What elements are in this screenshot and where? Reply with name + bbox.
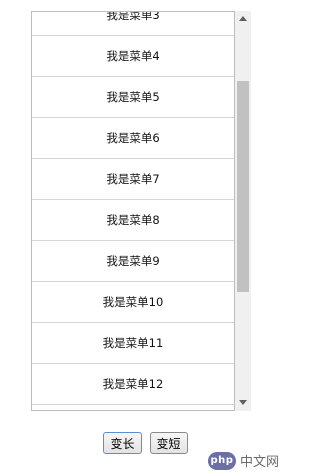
menu-item-10[interactable]: 我是菜单10 (32, 282, 234, 323)
menu-item-12[interactable]: 我是菜单12 (32, 364, 234, 405)
menu-item-8[interactable]: 我是菜单8 (32, 200, 234, 241)
menu-item-label: 我是菜单7 (106, 172, 160, 186)
shorten-button[interactable]: 变短 (149, 432, 188, 454)
menu-item-4[interactable]: 我是菜单4 (32, 36, 234, 77)
menu-item-13[interactable] (32, 405, 234, 410)
menu-list-container[interactable]: 我是菜单3 我是菜单4 我是菜单5 我是菜单6 我是菜单7 我是菜单8 我是菜单… (31, 11, 235, 411)
menu-list: 我是菜单3 我是菜单4 我是菜单5 我是菜单6 我是菜单7 我是菜单8 我是菜单… (32, 11, 234, 410)
menu-item-9[interactable]: 我是菜单9 (32, 241, 234, 282)
menu-item-11[interactable]: 我是菜单11 (32, 323, 234, 364)
menu-item-label: 我是菜单11 (102, 336, 164, 350)
menu-item-5[interactable]: 我是菜单5 (32, 77, 234, 118)
menu-item-label: 我是菜单8 (106, 213, 160, 227)
vertical-scrollbar[interactable] (235, 11, 251, 411)
menu-item-7[interactable]: 我是菜单7 (32, 159, 234, 200)
menu-item-label: 我是菜单12 (102, 377, 164, 391)
triangle-down-icon (239, 400, 247, 405)
scrollbar-thumb[interactable] (237, 81, 249, 292)
scroll-down-button[interactable] (235, 395, 251, 411)
lengthen-button[interactable]: 变长 (103, 432, 142, 454)
menu-item-label: 我是菜单4 (106, 49, 160, 63)
menu-item-label: 我是菜单9 (106, 254, 160, 268)
menu-item-label: 我是菜单6 (106, 131, 160, 145)
scroll-up-button[interactable] (235, 11, 251, 27)
menu-item-6[interactable]: 我是菜单6 (32, 118, 234, 159)
menu-item-3[interactable]: 我是菜单3 (32, 11, 234, 36)
menu-item-label: 我是菜单10 (102, 295, 164, 309)
triangle-up-icon (239, 16, 247, 21)
watermark: php 中文网 (207, 451, 279, 470)
watermark-site-text: 中文网 (239, 455, 279, 470)
menu-item-label: 我是菜单5 (106, 90, 160, 104)
menu-item-label: 我是菜单3 (106, 11, 160, 22)
php-logo: php (207, 451, 236, 470)
